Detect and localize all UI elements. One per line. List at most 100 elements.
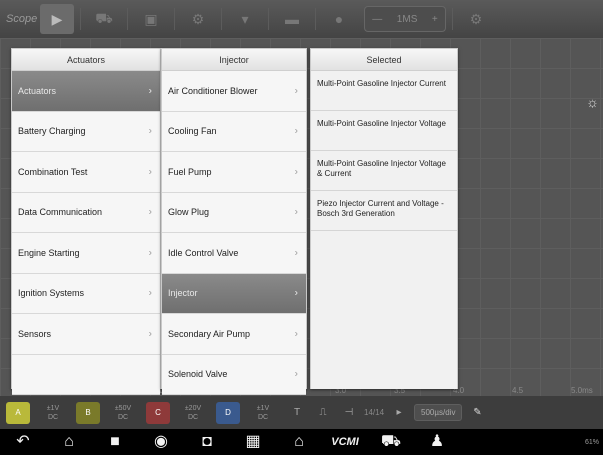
selected-test-item[interactable]: Multi-Point Gasoline Injector Voltage [311,111,457,151]
chevron-right-icon: › [294,125,298,137]
channel-b-button[interactable]: B [76,401,100,424]
column-header: Selected [311,49,457,71]
channel-volts: ±50V [114,404,132,412]
channel-coupling: DC [117,413,129,421]
column-header: Actuators [12,49,160,71]
menu-item-label: Fuel Pump [168,166,212,177]
col2-item[interactable]: Idle Control Valve › [162,233,306,274]
next-page-icon[interactable]: ▸ [388,407,410,418]
col2-item[interactable]: Solenoid Valve › [162,354,306,395]
page-indicator: 14/14 [364,408,385,417]
selected-test-item[interactable]: Multi-Point Gasoline Injector Voltage & … [311,151,457,191]
channel-a-button[interactable]: A [6,401,30,424]
home-icon[interactable]: ⌂ [46,429,92,455]
toolbar-separator [315,8,316,30]
channel-range[interactable]: ±1V DC [34,404,72,422]
scope-screen: Scope ▶ ⛟ ▣ ⚙ ▾ ▬ ● — 1MS + ⚙ ☼ 0.51.01.… [0,0,603,455]
chevron-right-icon: › [148,125,152,137]
back-icon[interactable]: ↶ [0,429,46,455]
zoom-out-icon[interactable]: — [372,14,382,25]
col1-item[interactable]: Sensors › [12,314,160,355]
col2-item[interactable]: Air Conditioner Blower › [162,71,306,112]
column-header: Injector [162,49,306,71]
chevron-right-icon: › [294,206,298,218]
settings-icon[interactable]: ⚙ [459,4,493,34]
app-brand: Scope [6,13,38,25]
col2-item[interactable]: Cooling Fan › [162,111,306,152]
menu-item-label: Idle Control Valve [168,247,239,258]
col1-item[interactable]: Engine Starting › [12,233,160,274]
help-icon[interactable]: ● [322,4,356,34]
menu-item-label: Glow Plug [168,207,210,218]
user-icon[interactable]: ♟ [414,429,460,455]
col1-item[interactable]: Data Communication › [12,192,160,233]
menu-column-actuators: Injector Air Conditioner Blower › Cooling … [161,48,307,395]
car-icon[interactable]: ⛟ [368,429,414,455]
selected-test-item[interactable]: Piezo Injector Current and Voltage - Bos… [311,191,457,231]
car-icon[interactable]: ⛟ [87,4,121,34]
channel-coupling: DC [257,413,269,421]
top-toolbar: Scope ▶ ⛟ ▣ ⚙ ▾ ▬ ● — 1MS + ⚙ [0,0,603,38]
gallery-icon[interactable]: ▦ [230,429,276,455]
folder-icon[interactable]: ▬ [275,4,309,34]
pulse-icon[interactable]: ⎍ [312,407,334,418]
category-list: Actuators › Battery Charging › Combination T… [12,71,160,395]
col2-item[interactable]: Glow Plug › [162,192,306,233]
channel-volts: ±1V [256,404,270,412]
browser-icon[interactable]: ◉ [138,429,184,455]
menu-item-label: Sensors [18,328,52,339]
cursor-icon[interactable]: ⊣ [338,407,360,418]
channel-d-button[interactable]: D [216,401,240,424]
gear-icon[interactable]: ⚙ [181,4,215,34]
lightbulb-icon[interactable]: ☼ [586,94,599,110]
col1-item[interactable]: Combination Test › [12,152,160,193]
col1-item[interactable]: Actuators › [12,71,160,112]
menu-item-label: Actuators [18,85,57,96]
channel-volts: ±1V [46,404,60,412]
channel-range[interactable]: ±20V DC [174,404,212,422]
menu-item-label: Battery Charging [18,126,86,137]
trigger-icon[interactable]: T [286,407,308,418]
channel-coupling: DC [187,413,199,421]
chevron-right-icon: › [148,287,152,299]
vcmi-icon[interactable]: VCMI [322,429,368,455]
menu-column-selected: Selected Multi-Point Gasoline Injector C… [310,48,458,389]
test-list: Multi-Point Gasoline Injector Current Mul… [311,71,457,389]
menu-item-label: Air Conditioner Blower [168,85,258,96]
chevron-right-icon: › [294,247,298,259]
col1-item[interactable]: Battery Charging › [12,111,160,152]
menu-item-label: Data Communication [18,207,103,218]
col2-item[interactable]: Fuel Pump › [162,152,306,193]
chevron-right-icon: › [148,247,152,259]
channel-range[interactable]: ±1V DC [244,404,282,422]
filter-icon[interactable]: ▾ [228,4,262,34]
menu-item-label: Cooling Fan [168,126,217,137]
calculator-icon[interactable]: ▣ [134,4,168,34]
zoom-in-icon[interactable]: + [432,14,438,25]
channel-range[interactable]: ±50V DC [104,404,142,422]
pen-icon[interactable]: ✎ [466,407,488,418]
recent-apps-icon[interactable]: ■ [92,429,138,455]
store-icon[interactable]: ⌂ [276,429,322,455]
zoom-control[interactable]: — 1MS + [364,6,446,32]
play-icon[interactable]: ▶ [40,4,74,34]
toolbar-separator [221,8,222,30]
camera-icon[interactable]: ◘ [184,429,230,455]
time-tick-label: 4.5 [512,386,524,395]
col2-item[interactable]: Secondary Air Pump › [162,314,306,355]
col2-item[interactable]: Injector › [162,273,306,314]
timebase-value[interactable]: 500µs/div [414,404,463,421]
toolbar-separator [80,8,81,30]
chevron-right-icon: › [294,328,298,340]
col1-item [12,354,160,395]
toolbar-separator [268,8,269,30]
selected-test-item[interactable]: Multi-Point Gasoline Injector Current [311,71,457,111]
col1-item[interactable]: Ignition Systems › [12,273,160,314]
chevron-right-icon: › [148,206,152,218]
menu-item-label: Ignition Systems [18,288,85,299]
chevron-right-icon: › [294,368,298,380]
toolbar-separator [174,8,175,30]
actuator-list: Air Conditioner Blower › Cooling Fan › Fuel … [162,71,306,395]
channel-c-button[interactable]: C [146,401,170,424]
menu-item-label: Secondary Air Pump [168,328,251,339]
